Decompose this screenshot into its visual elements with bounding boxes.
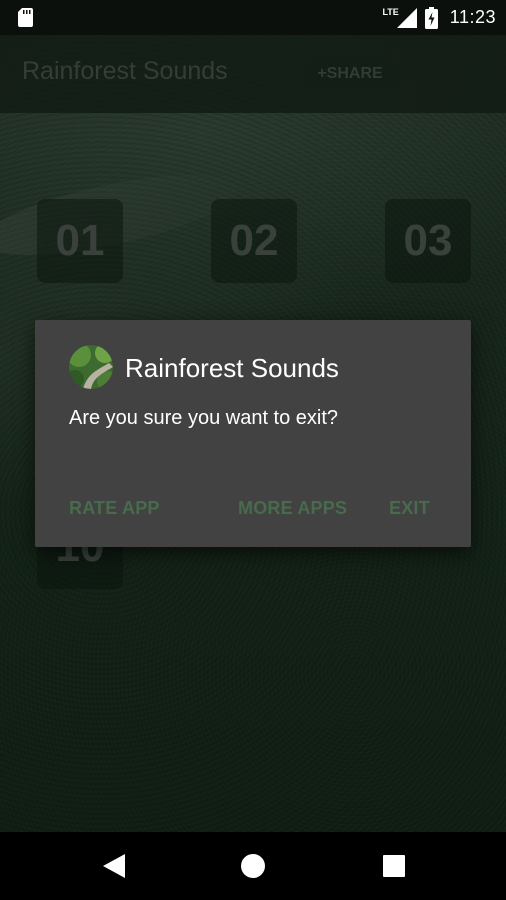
status-bar: LTE 11:23 <box>0 0 506 35</box>
back-icon[interactable] <box>103 854 125 878</box>
home-icon[interactable] <box>241 854 265 878</box>
app-icon <box>69 345 113 389</box>
signal-icon <box>396 7 417 28</box>
exit-dialog: Rainforest Sounds Are you sure you want … <box>35 320 471 547</box>
battery-icon <box>424 6 438 29</box>
exit-button[interactable]: EXIT <box>389 498 430 519</box>
dialog-message: Are you sure you want to exit? <box>69 407 339 429</box>
more-apps-button[interactable]: MORE APPS <box>238 498 347 519</box>
sd-card-icon <box>18 8 33 27</box>
recents-icon[interactable] <box>383 855 405 877</box>
clock: 11:23 <box>449 7 496 27</box>
network-type-label: LTE <box>382 6 399 17</box>
navigation-bar <box>0 832 506 900</box>
rate-app-button[interactable]: RATE APP <box>69 498 160 519</box>
dialog-title: Rainforest Sounds <box>125 353 339 383</box>
